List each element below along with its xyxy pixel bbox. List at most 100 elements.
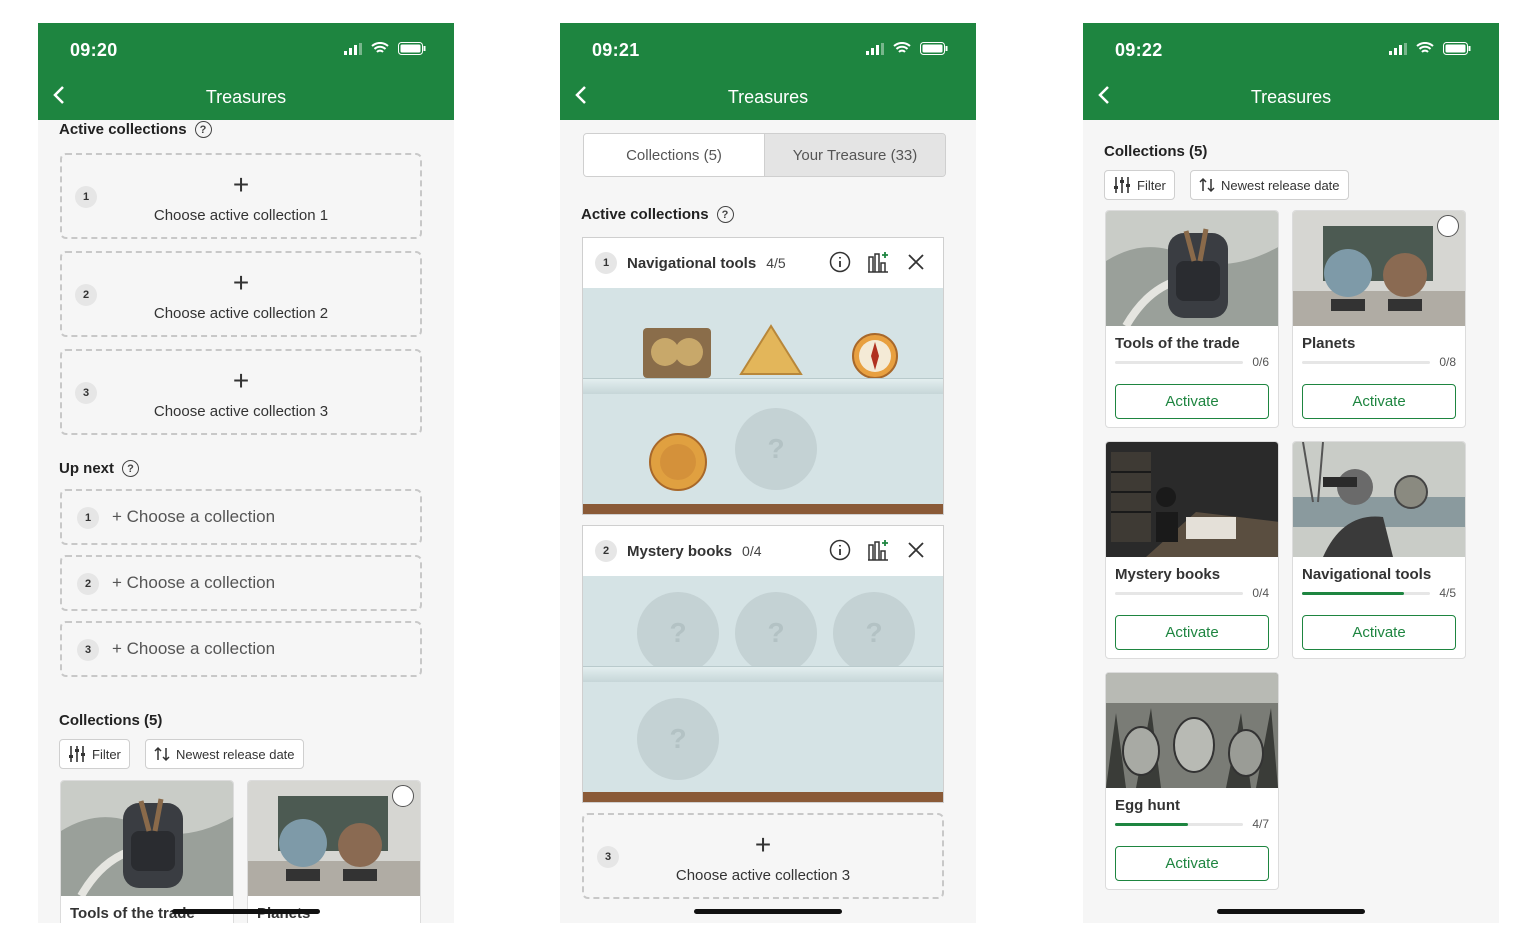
status-time: 09:22 [1115,40,1163,60]
shelf-actions [829,539,927,561]
collection-card[interactable]: Planets [247,780,421,923]
tab-collections[interactable]: Collections (5) [584,134,765,176]
progress-fill [1115,823,1188,826]
activate-button[interactable]: Activate [1115,615,1269,650]
status-icons [866,42,948,55]
collection-image [1106,673,1278,788]
compass-treasure [852,333,898,379]
info-icon[interactable] [829,251,851,273]
shelf-add-icon[interactable] [867,251,889,273]
slot-label: + Choose a collection [112,507,276,526]
slot-label: Choose active collection 1 [153,207,329,224]
activate-button[interactable]: Activate [1115,384,1269,419]
display-cabinet: ? ? ? ? [583,576,943,802]
mystery-books-illustration [1106,442,1278,557]
wifi-icon [371,42,389,53]
astrolabe-treasure [649,433,707,491]
sort-button[interactable]: Newest release date [145,739,304,769]
treasure-items-row-1 [643,324,898,379]
section-label: Active collections [59,121,187,138]
active-slot-2[interactable]: 2 + Choose active collection 2 [60,251,422,337]
display-cabinet: ? [583,288,943,514]
collection-image [1106,442,1278,557]
activate-button[interactable]: Activate [1302,384,1456,419]
slot-label: Choose active collection 3 [675,867,851,884]
filter-button[interactable]: Filter [59,739,130,769]
sort-arrows-icon [154,746,170,762]
shelf-count: 4/5 [766,255,786,271]
info-icon[interactable] [829,539,851,561]
page-title: Treasures [205,87,287,107]
page-title: Treasures [727,87,809,107]
slot-label: + Choose a collection [112,573,276,592]
slot-number: 1 [77,507,99,529]
up-next-slot-1[interactable]: 1 + Choose a collection [60,489,422,545]
signal-icon [344,42,362,55]
shelf-name: Navigational tools [627,254,757,272]
active-shelf-1: 1 Navigational tools 4/5 ? [582,237,944,515]
progress-bar [1115,592,1243,595]
screen-treasures-overview: 09:20 Treasures Active collections ? 1 +… [38,23,454,923]
plus-icon: + [232,267,250,298]
clock-icon [1437,215,1459,237]
active-slot-3[interactable]: 3 + Choose active collection 3 [582,813,944,899]
help-icon[interactable]: ? [194,121,212,138]
collections-heading: Collections (5) [59,712,163,729]
collection-card-tools-of-the-trade: Tools of the trade 0/6 Activate [1105,210,1279,428]
sort-label: Newest release date [176,746,295,762]
activate-button[interactable]: Activate [1115,846,1269,881]
up-next-slot-2[interactable]: 2 + Choose a collection [60,555,422,611]
eggs-illustration [1106,673,1278,788]
signal-icon [866,42,884,55]
up-next-heading: Up next ? [59,460,140,477]
collection-image [1293,442,1465,557]
collection-image [248,781,420,896]
collections-heading: Collections (5) [1104,143,1208,160]
cabinet-base [583,504,943,514]
tab-your-treasure[interactable]: Your Treasure (33) [765,134,945,176]
shelf-add-icon[interactable] [867,539,889,561]
activate-button[interactable]: Activate [1302,615,1456,650]
progress-count: 4/7 [1252,817,1269,831]
active-slot-3[interactable]: 3 + Choose active collection 3 [60,349,422,435]
active-slot-1[interactable]: 1 + Choose active collection 1 [60,153,422,239]
shelf-count: 0/4 [742,543,762,559]
locked-item-slot: ? [735,592,817,674]
progress-count: 0/6 [1252,355,1269,369]
filter-button[interactable]: Filter [1104,170,1175,200]
progress-count: 4/5 [1439,586,1456,600]
cabinet-base [583,792,943,802]
collection-card[interactable]: Tools of the trade [60,780,234,923]
status-icons [344,42,426,55]
wifi-icon [1416,42,1434,53]
close-icon[interactable] [905,251,927,273]
card-title: Mystery books [1115,566,1221,583]
close-icon[interactable] [905,539,927,561]
sort-arrows-icon [1199,177,1215,193]
shelf-name: Mystery books [627,542,733,560]
sort-button[interactable]: Newest release date [1190,170,1349,200]
progress-bar [1302,592,1430,595]
shelf-header: 1 Navigational tools 4/5 [583,238,943,288]
help-icon[interactable]: ? [122,460,140,477]
collection-card-planets: Planets 0/8 Activate [1292,210,1466,428]
home-indicator [694,909,842,914]
plus-icon: + [754,829,772,860]
slot-label: Choose active collection 3 [153,403,329,420]
screen-active-shelves: 09:21 Treasures Collections (5) Your Tre… [560,23,976,923]
sailor-illustration [1293,442,1465,557]
wifi-icon [893,42,911,53]
slot-number: 2 [595,540,617,562]
help-icon[interactable]: ? [716,206,734,223]
active-collections-heading: Active collections ? [581,206,734,223]
progress-bar [1115,823,1243,826]
card-title: Planets [1302,335,1356,352]
page-title: Treasures [1250,87,1332,107]
world-map-treasure [643,328,711,378]
sextant-treasure [739,324,803,375]
up-next-slot-3[interactable]: 3 + Choose a collection [60,621,422,677]
slot-label: + Choose a collection [112,639,276,658]
plus-icon: + [232,365,250,396]
progress-bar [1115,361,1243,364]
collection-card-navigational-tools: Navigational tools 4/5 Activate [1292,441,1466,659]
